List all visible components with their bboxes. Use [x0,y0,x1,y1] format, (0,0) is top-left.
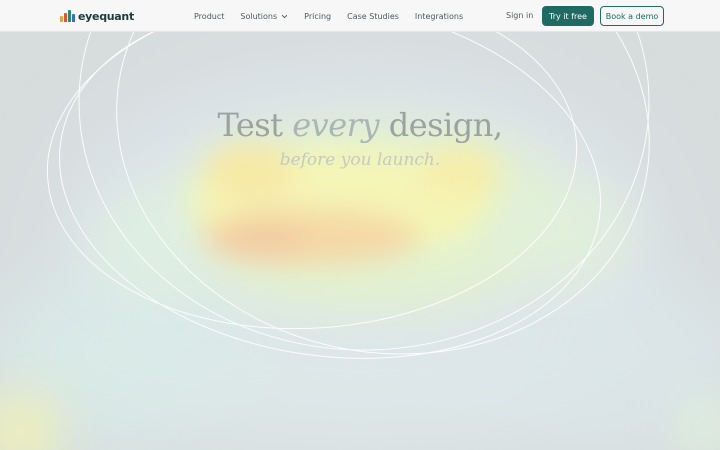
eyequant-logo-icon [60,10,76,22]
nav-link-pricing[interactable]: Pricing [304,12,331,21]
nav-link-case-studies[interactable]: Case Studies [347,12,399,21]
brand-name: eyequant [78,9,134,23]
headline-emphasis: every [292,106,380,144]
nav-link-solutions[interactable]: Solutions [240,12,288,21]
hero-subheadline: before you launch. [279,150,441,170]
brand-logo[interactable]: eyequant [60,9,134,23]
main-navigation: Product Solutions Pricing Case Studies I… [194,0,479,32]
sign-in-link[interactable]: Sign in [506,11,533,20]
nav-link-integrations[interactable]: Integrations [415,12,463,21]
try-it-free-button[interactable]: Try it free [542,6,594,26]
hero-section: Test every design, before you launch. [0,32,720,450]
nav-link-solutions-label: Solutions [240,11,278,21]
hero-headline: Test every design, [0,106,720,144]
headline-part-one: Test [217,106,293,144]
decorative-orbit-rings [46,32,650,359]
book-a-demo-button[interactable]: Book a demo [600,6,664,26]
chevron-down-icon [282,14,288,18]
headline-part-two: design, [379,106,503,144]
top-navbar: eyequant Product Solutions Pricing Case … [0,0,720,32]
nav-link-product[interactable]: Product [194,12,224,21]
